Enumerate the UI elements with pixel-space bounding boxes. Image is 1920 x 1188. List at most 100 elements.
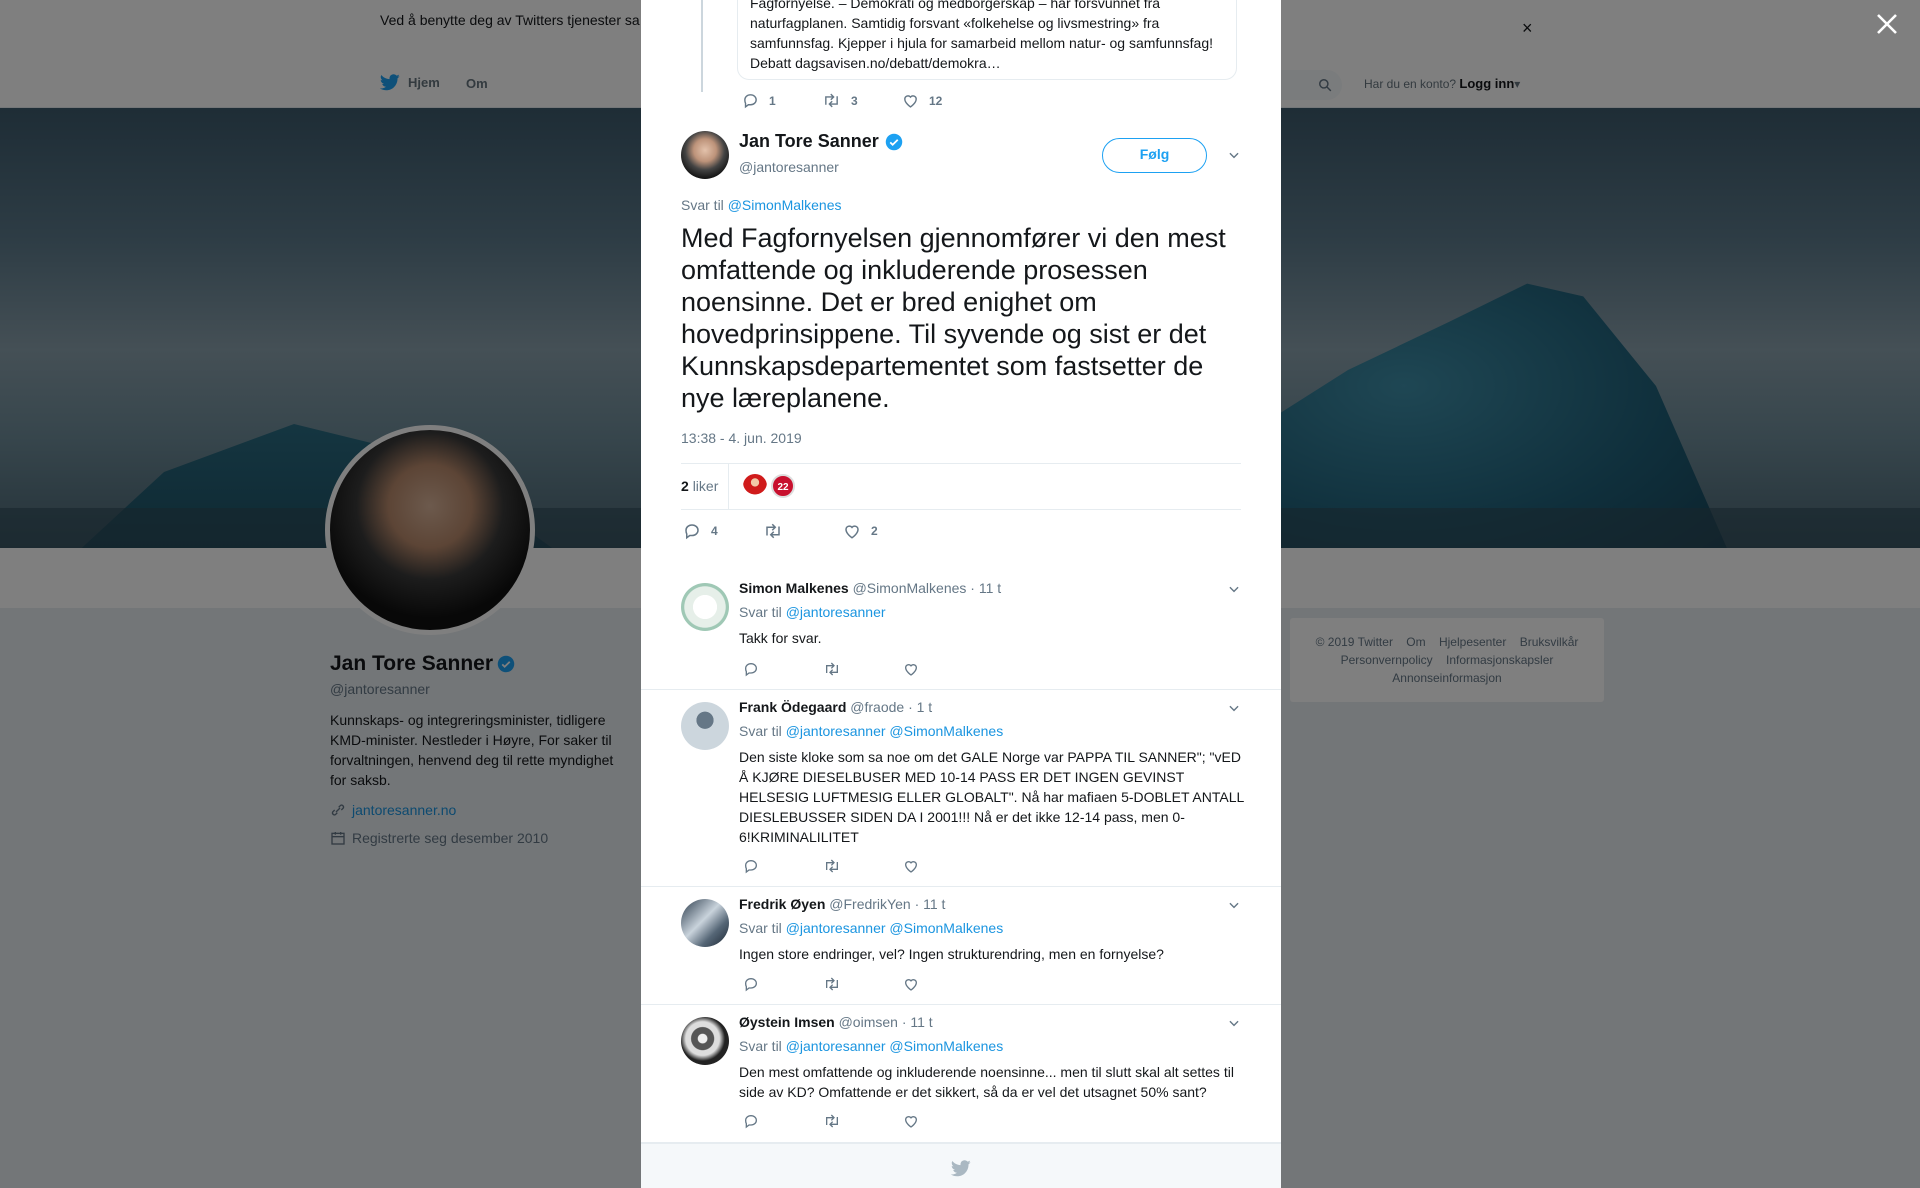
reply-author-handle[interactable]: @FredrikYen <box>829 896 910 912</box>
reply-header: Øystein Imsen @oimsen · 11 t <box>739 1014 933 1030</box>
retweet-action[interactable] <box>823 858 903 879</box>
reply-prefix: Svar til <box>739 604 782 620</box>
likes-summary[interactable]: 2 liker <box>681 478 730 498</box>
reply-tweet[interactable]: Øystein Imsen @oimsen · 11 t Svar til @j… <box>641 1005 1281 1143</box>
reply-author-avatar[interactable] <box>681 702 729 750</box>
like-action[interactable] <box>903 1113 983 1134</box>
reply-count: 1 <box>769 93 776 108</box>
quoted-tweet-card[interactable]: Fagfornyelse. – Demokrati og medborgersk… <box>737 0 1237 80</box>
reply-action[interactable] <box>743 976 823 997</box>
retweet-action[interactable] <box>763 522 843 540</box>
previous-tweet: Fagfornyelse. – Demokrati og medborgersk… <box>641 0 1281 120</box>
chevron-down-icon[interactable] <box>1227 582 1241 596</box>
reply-prefix: Svar til <box>739 1038 782 1054</box>
reply-author-name[interactable]: Frank Ödegaard <box>739 699 846 715</box>
tweet-modal: Fagfornyelse. – Demokrati og medborgersk… <box>641 0 1281 1188</box>
retweet-icon <box>825 93 838 108</box>
like-action[interactable]: 2 <box>843 522 878 540</box>
reply-action[interactable]: 1 <box>742 92 822 109</box>
reply-author-handle[interactable]: @SimonMalkenes <box>853 580 967 596</box>
tweet-text: Med Fagfornyelsen gjennomfører vi den me… <box>681 223 1226 413</box>
mention-link[interactable]: @jantoresanner @SimonMalkenes <box>786 723 1004 739</box>
reply-action[interactable]: 4 <box>683 522 763 540</box>
reply-prefix: Svar til <box>739 920 782 936</box>
tweet-actions: 4 2 <box>683 522 878 540</box>
reply-author-avatar[interactable] <box>681 583 729 631</box>
reply-header: Frank Ödegaard @fraode · 1 t <box>739 699 932 715</box>
follow-button[interactable]: Følg <box>1102 138 1207 173</box>
reply-time[interactable]: · 11 t <box>970 580 1001 596</box>
mention-link[interactable]: @jantoresanner @SimonMalkenes <box>786 1038 1004 1054</box>
reply-context: Svar til @jantoresanner @SimonMalkenes <box>739 920 1003 936</box>
tweet-author-name[interactable]: Jan Tore Sanner <box>739 131 903 152</box>
reply-author-name[interactable]: Simon Malkenes <box>739 580 849 596</box>
chevron-down-icon[interactable] <box>1227 1016 1241 1030</box>
like-action[interactable]: 12 <box>902 92 942 109</box>
heart-icon <box>904 664 918 676</box>
retweet-action[interactable]: 3 <box>822 92 902 109</box>
reply-prefix: Svar til <box>739 723 782 739</box>
reply-author-avatar[interactable] <box>681 899 729 947</box>
chevron-down-icon[interactable] <box>1227 898 1241 912</box>
reply-icon <box>744 662 758 677</box>
retweet-action[interactable] <box>823 1113 903 1134</box>
tweet-author-handle[interactable]: @jantoresanner <box>739 159 839 175</box>
like-action[interactable] <box>903 661 983 682</box>
tweet-author-avatar[interactable] <box>681 131 729 179</box>
likes-label: liker <box>692 478 719 494</box>
modal-footer <box>641 1143 1281 1188</box>
reply-author-handle[interactable]: @fraode <box>850 699 904 715</box>
heart-icon <box>904 95 917 108</box>
reply-icon <box>744 859 758 874</box>
close-modal-icon[interactable] <box>1873 10 1901 38</box>
tweet-timestamp[interactable]: 13:38 - 4. jun. 2019 <box>681 430 802 446</box>
reply-tweet[interactable]: Frank Ödegaard @fraode · 1 t Svar til @j… <box>641 690 1281 887</box>
likes-divider <box>728 464 729 510</box>
reply-action[interactable] <box>743 1113 823 1134</box>
chevron-down-icon[interactable] <box>1227 148 1241 162</box>
heart-icon <box>845 525 859 539</box>
quote-line: Debatt dagsavisen.no/debatt/demokra… <box>750 55 1001 71</box>
reply-text: Den mest omfattende og inkluderende noen… <box>739 1064 1234 1100</box>
reply-actions <box>743 858 983 879</box>
reply-header: Simon Malkenes @SimonMalkenes · 11 t <box>739 580 1001 596</box>
retweet-icon <box>826 859 838 873</box>
retweet-icon <box>766 523 780 539</box>
reply-action[interactable] <box>743 858 823 879</box>
heart-icon <box>904 979 918 991</box>
chevron-down-icon[interactable] <box>1227 701 1241 715</box>
mention-link[interactable]: @jantoresanner @SimonMalkenes <box>786 920 1004 936</box>
liker-avatar[interactable]: 22 <box>771 474 795 498</box>
retweet-icon <box>826 977 838 991</box>
verified-badge-icon <box>885 133 902 150</box>
thread-line <box>701 0 703 92</box>
reply-time[interactable]: · 1 t <box>908 699 932 715</box>
like-count: 12 <box>929 93 943 108</box>
reply-author-avatar[interactable] <box>681 1017 729 1065</box>
retweet-action[interactable] <box>823 661 903 682</box>
reply-time[interactable]: · 11 t <box>915 896 946 912</box>
reply-action[interactable] <box>743 661 823 682</box>
liker-avatar[interactable] <box>743 474 767 498</box>
reply-tweet[interactable]: Simon Malkenes @SimonMalkenes · 11 t Sva… <box>641 560 1281 690</box>
like-action[interactable] <box>903 976 983 997</box>
reply-context: Svar til @jantoresanner @SimonMalkenes <box>739 723 1003 739</box>
reply-icon <box>685 524 699 540</box>
reply-author-name[interactable]: Øystein Imsen <box>739 1014 835 1030</box>
retweet-count: 3 <box>851 93 858 108</box>
heart-icon <box>904 861 918 873</box>
reply-author-handle[interactable]: @oimsen <box>839 1014 898 1030</box>
reply-tweet[interactable]: Fredrik Øyen @FredrikYen · 11 t Svar til… <box>641 887 1281 1005</box>
like-action[interactable] <box>903 858 983 879</box>
tweet-author-name-text[interactable]: Jan Tore Sanner <box>739 131 879 152</box>
reply-context: Svar til @jantoresanner @SimonMalkenes <box>739 1038 1003 1054</box>
reply-text: Takk for svar. <box>739 630 822 646</box>
mention-link[interactable]: @jantoresanner <box>786 604 886 620</box>
retweet-action[interactable] <box>823 976 903 997</box>
tweet-likes-row: 2 liker 22 <box>681 463 1241 510</box>
reply-time[interactable]: · 11 t <box>902 1014 933 1030</box>
quote-line: naturfagplanen. Samtidig forsvant «folke… <box>750 15 1160 31</box>
reply-text: Den siste kloke som sa noe om det GALE N… <box>739 749 1244 845</box>
reply-author-name[interactable]: Fredrik Øyen <box>739 896 825 912</box>
mention-link[interactable]: @SimonMalkenes <box>728 197 842 213</box>
